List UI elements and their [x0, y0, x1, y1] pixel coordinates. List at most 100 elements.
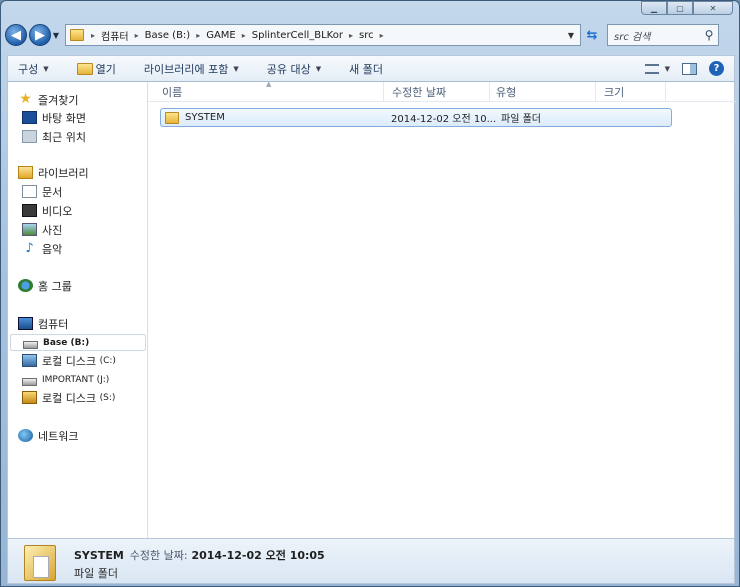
- minimize-icon[interactable]: ▁: [641, 1, 667, 15]
- sidebar-item-pictures[interactable]: 사진: [22, 221, 62, 238]
- network-icon: [18, 429, 33, 442]
- breadcrumb-splintercell[interactable]: SplinterCell_BLKor: [250, 30, 345, 41]
- chevron-right-icon[interactable]: ▸: [196, 31, 200, 40]
- sort-arrow-icon: ▲: [266, 79, 272, 88]
- chevron-right-icon[interactable]: ▸: [349, 31, 353, 40]
- chevron-down-icon[interactable]: ▼: [665, 65, 670, 73]
- open-button[interactable]: 열기: [76, 61, 116, 77]
- chevron-down-icon: ▼: [43, 64, 49, 73]
- sidebar-item-label: 사진: [42, 223, 63, 237]
- new-folder-button[interactable]: 새 폴더: [349, 61, 383, 77]
- file-list: 이름 ▲ 수정한 날짜 유형 크기 SYSTEM 2014-12-02 오전 1…: [148, 79, 736, 538]
- column-header-modified[interactable]: 수정한 날짜: [384, 81, 490, 102]
- sidebar-item-videos[interactable]: 비디오: [22, 202, 72, 219]
- file-name-cell: SYSTEM: [161, 111, 391, 124]
- details-modified-label: 수정한 날짜:: [129, 549, 188, 562]
- share-with-button[interactable]: 공유 대상 ▼: [267, 61, 321, 77]
- sidebar-item-label: 음악: [42, 242, 63, 256]
- file-row-system[interactable]: SYSTEM 2014-12-02 오전 10... 파일 폴더: [160, 108, 672, 127]
- folder-icon: [70, 29, 84, 41]
- preview-pane-icon[interactable]: [682, 62, 697, 75]
- star-icon: ★: [19, 91, 32, 107]
- address-row: ◀ ▶ ▼ ▸ 컴퓨터 ▸ Base (B:) ▸ GAME ▸ Splinte…: [5, 23, 737, 47]
- search-icon[interactable]: ⚲: [700, 28, 718, 42]
- folder-icon: [165, 111, 179, 124]
- sidebar-item-network[interactable]: 네트워크: [18, 427, 78, 444]
- sidebar-item-homegroup[interactable]: 홈 그룹: [18, 277, 72, 294]
- help-icon[interactable]: ?: [709, 61, 724, 76]
- chevron-right-icon[interactable]: ▸: [135, 31, 139, 40]
- command-bar-right: ▼ ?: [644, 61, 734, 76]
- music-note-icon: ♪: [25, 241, 34, 256]
- chevron-right-icon[interactable]: ▸: [380, 31, 384, 40]
- picture-icon: [22, 223, 37, 236]
- chevron-right-icon[interactable]: ▸: [242, 31, 246, 40]
- folder-open-icon: [76, 62, 93, 75]
- sidebar-item-favorites[interactable]: ★ 즐겨찾기: [18, 91, 78, 108]
- open-label: 열기: [95, 62, 116, 76]
- folder-icon: [24, 545, 56, 581]
- sidebar-item-label: 비디오: [42, 204, 73, 218]
- library-icon: [18, 166, 33, 179]
- organize-label: 구성: [18, 62, 39, 76]
- recent-places-icon: [22, 130, 37, 143]
- column-header-name[interactable]: 이름 ▲: [148, 79, 384, 102]
- sidebar-item-label: IMPORTANT (J:): [42, 374, 110, 385]
- sidebar-item-documents[interactable]: 문서: [22, 183, 62, 200]
- maximize-icon[interactable]: ▢: [667, 1, 693, 15]
- computer-icon: [18, 317, 33, 330]
- file-type: 파일 폴더: [501, 114, 541, 125]
- sidebar-item-drive-s[interactable]: 로컬 디스크 (S:): [22, 389, 115, 406]
- sidebar-item-drive-j[interactable]: IMPORTANT (J:): [22, 371, 109, 388]
- drive-icon: [22, 377, 37, 386]
- sidebar-item-music[interactable]: ♪ 음악: [22, 240, 62, 257]
- column-label: 이름: [162, 85, 183, 99]
- chevron-right-icon[interactable]: ▸: [91, 31, 95, 40]
- drive-letter: (C:): [99, 355, 116, 366]
- close-icon[interactable]: ✕: [693, 1, 733, 15]
- sidebar-item-label: 컴퓨터: [38, 317, 69, 331]
- sidebar-item-label: 즐겨찾기: [38, 93, 79, 107]
- search-input[interactable]: src 검색 ⚲: [607, 24, 719, 46]
- search-placeholder: src 검색: [614, 31, 651, 43]
- column-header-size[interactable]: 크기: [596, 81, 666, 102]
- sidebar-item-label: 최근 위치: [42, 130, 86, 144]
- breadcrumb-src[interactable]: src: [357, 30, 376, 41]
- organize-button[interactable]: 구성 ▼: [18, 61, 49, 77]
- recent-pages-chevron-icon[interactable]: ▼: [51, 31, 61, 40]
- sidebar-item-drive-b[interactable]: Base (B:): [10, 334, 146, 351]
- column-label: 수정한 날짜: [392, 85, 447, 99]
- sidebar-item-label: 네트워크: [38, 429, 79, 443]
- forward-button[interactable]: ▶: [29, 24, 51, 46]
- breadcrumb-game[interactable]: GAME: [204, 30, 238, 41]
- breadcrumb-base-b[interactable]: Base (B:): [143, 30, 193, 41]
- sidebar-item-computer[interactable]: 컴퓨터: [18, 315, 68, 332]
- sidebar-item-desktop[interactable]: 바탕 화면: [22, 109, 86, 126]
- homegroup-icon: [18, 279, 33, 292]
- chevron-down-icon: ▼: [233, 64, 239, 73]
- address-bar[interactable]: ▸ 컴퓨터 ▸ Base (B:) ▸ GAME ▸ SplinterCell_…: [65, 24, 581, 46]
- column-label: 크기: [604, 85, 625, 99]
- file-name: SYSTEM: [185, 112, 225, 123]
- refresh-icon[interactable]: ⇆: [581, 28, 603, 43]
- sidebar-item-libraries[interactable]: 라이브러리: [18, 164, 89, 181]
- sidebar-item-label: 홈 그룹: [38, 279, 72, 293]
- details-item-name: SYSTEM: [74, 549, 124, 562]
- sidebar-item-drive-c[interactable]: 로컬 디스크 (C:): [22, 352, 116, 369]
- sidebar-item-recent[interactable]: 최근 위치: [22, 128, 86, 145]
- breadcrumb-computer[interactable]: 컴퓨터: [99, 28, 131, 43]
- column-label: 유형: [496, 85, 517, 99]
- back-button[interactable]: ◀: [5, 24, 27, 46]
- change-view-icon[interactable]: [644, 63, 659, 74]
- sidebar-item-label: Base (B:): [43, 337, 90, 348]
- drive-icon: [23, 340, 38, 349]
- address-history-chevron-icon[interactable]: ▼: [568, 31, 574, 40]
- column-header-type[interactable]: 유형: [490, 81, 596, 102]
- sidebar-item-label: 문서: [42, 185, 63, 199]
- details-modified-value: 2014-12-02 오전 10:05: [191, 549, 325, 562]
- document-icon: [22, 185, 37, 198]
- include-in-library-button[interactable]: 라이브러리에 포함 ▼: [144, 61, 239, 77]
- explorer-window: ▁ ▢ ✕ ◀ ▶ ▼ ▸ 컴퓨터 ▸ Base (B:) ▸ GAME ▸ S…: [0, 0, 740, 587]
- navigation-pane: ★ 즐겨찾기 바탕 화면 최근 위치 라이브러리 문서 비디오 사진 ♪ 음악 …: [8, 82, 148, 538]
- file-modified: 2014-12-02 오전 10...: [391, 114, 497, 125]
